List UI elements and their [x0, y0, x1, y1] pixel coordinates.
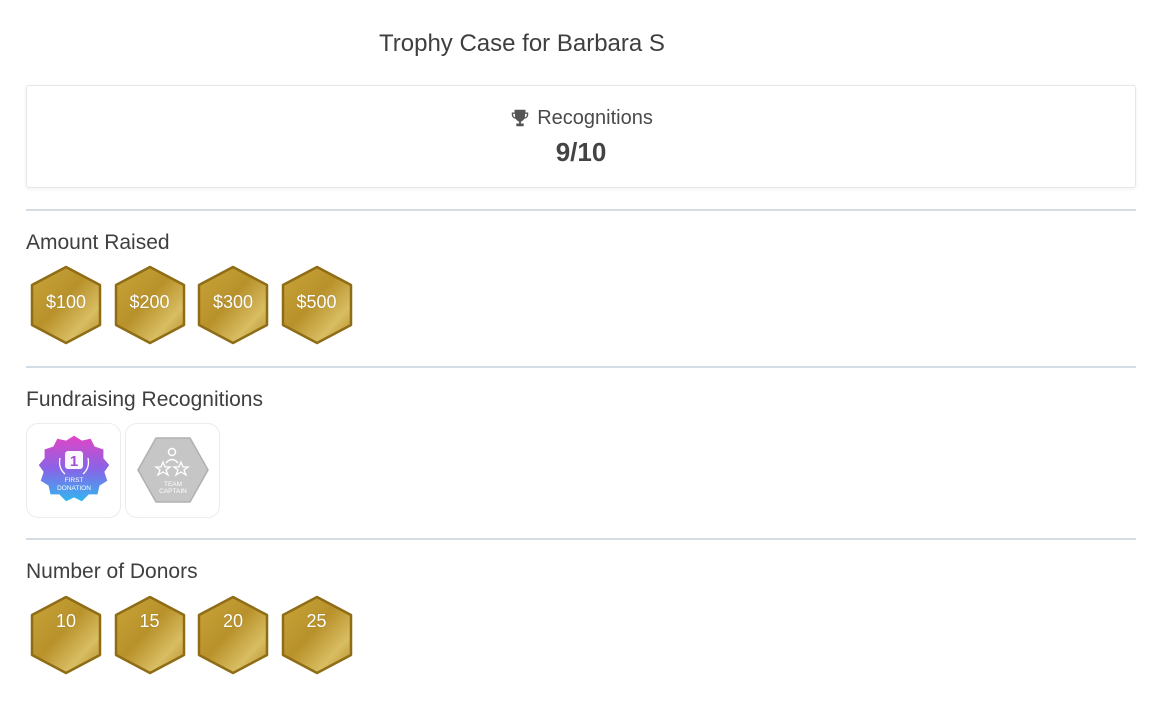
trophy-icon: [511, 109, 529, 127]
amount-badge-500[interactable]: $500: [279, 264, 355, 346]
recognitions-count: 9/10: [555, 137, 607, 167]
fundraising-recognitions-title: Fundraising Recognitions: [26, 388, 263, 411]
badge-label: 25: [306, 611, 327, 631]
team-captain-badge[interactable]: TEAM CAPTAIN: [125, 423, 220, 518]
heart-icon: [28, 595, 46, 609]
heart-icon: [112, 595, 129, 609]
donors-badge-10[interactable]: 10: [28, 594, 104, 676]
badge-label: 15: [139, 611, 160, 631]
page-title: Trophy Case for Barbara S: [379, 30, 665, 57]
amount-badge-300[interactable]: $300: [195, 264, 271, 346]
donors-badge-15[interactable]: 15: [112, 594, 188, 676]
divider: [26, 538, 1136, 540]
divider: [26, 209, 1136, 211]
badge-label: $500: [296, 292, 337, 312]
team-captain-line1: TEAM: [164, 481, 182, 488]
badge-label: $200: [129, 292, 170, 312]
donor-badges: 10 15 20 25: [28, 594, 362, 676]
recognitions-label: Recognitions: [537, 106, 653, 129]
donors-badge-20[interactable]: 20: [195, 594, 271, 676]
first-donation-line1: FIRST: [65, 477, 84, 484]
team-captain-line2: CAPTAIN: [159, 488, 187, 495]
amount-raised-title: Amount Raised: [26, 231, 170, 254]
donors-badge-25[interactable]: 25: [279, 594, 355, 676]
divider: [26, 366, 1136, 368]
badge-label: 10: [55, 611, 77, 631]
heart-icon: [279, 595, 296, 609]
amount-badge-200[interactable]: $200: [112, 264, 188, 346]
heart-icon: [195, 595, 213, 609]
recognitions-summary-card: Recognitions 9/10: [26, 85, 1136, 188]
fundraising-badges: 1 FIRST DONATION TEAM CAPTAIN: [26, 423, 220, 518]
amount-badge-100[interactable]: $100: [28, 264, 104, 346]
badge-label: 20: [222, 611, 244, 631]
amount-raised-badges: $100 $200 $300 $500: [28, 264, 362, 346]
badge-label: $100: [45, 292, 87, 312]
number-of-donors-title: Number of Donors: [26, 560, 198, 583]
first-donation-number: 1: [70, 453, 78, 470]
first-donation-badge[interactable]: 1 FIRST DONATION: [26, 423, 121, 518]
badge-label: $300: [212, 292, 254, 312]
first-donation-line2: DONATION: [57, 485, 91, 492]
